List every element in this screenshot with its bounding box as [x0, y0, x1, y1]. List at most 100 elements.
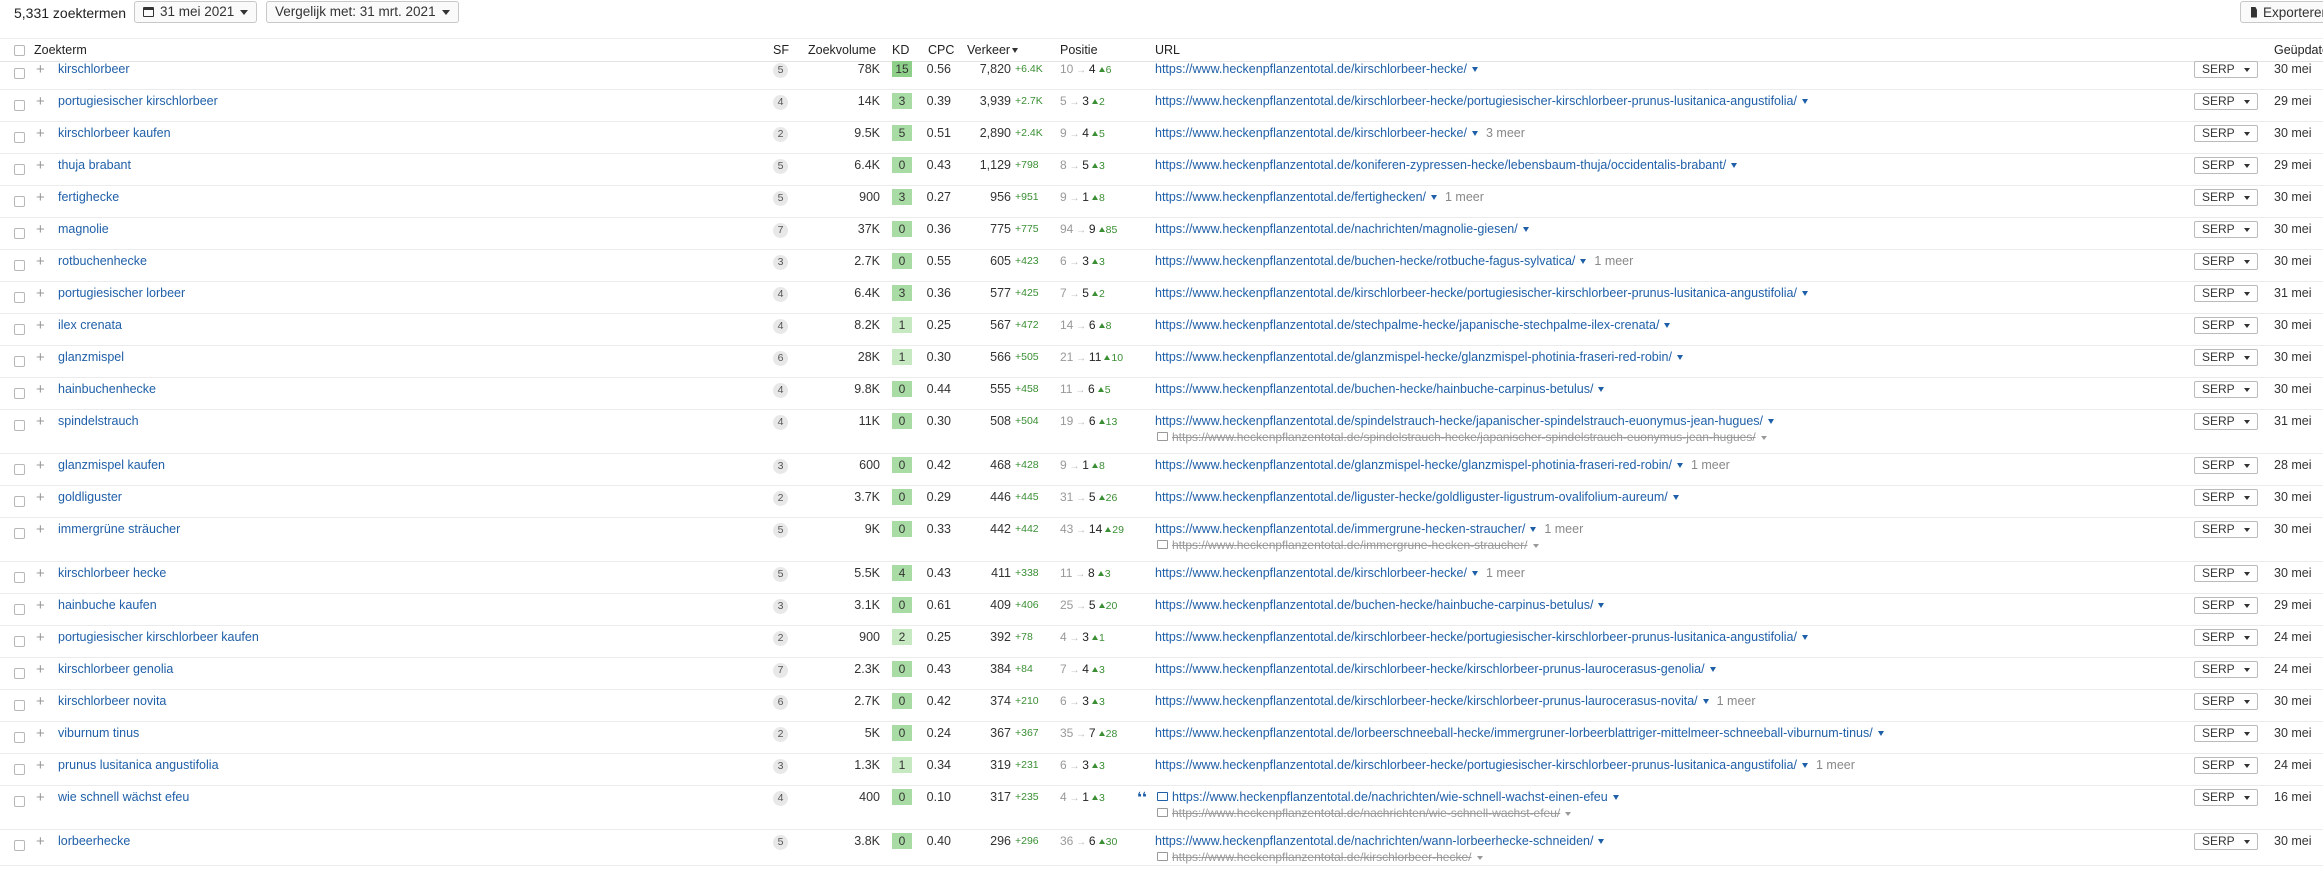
- ranking-url[interactable]: https://www.heckenpflanzentotal.de/konif…: [1155, 158, 1738, 172]
- chevron-down-icon[interactable]: [1471, 67, 1478, 73]
- chevron-down-icon[interactable]: [1530, 527, 1537, 533]
- previous-url[interactable]: https://www.heckenpflanzentotal.de/immer…: [1172, 538, 1539, 552]
- keyword-link[interactable]: glanzmispel: [58, 350, 124, 364]
- previous-url[interactable]: https://www.heckenpflanzentotal.de/spind…: [1172, 430, 1767, 444]
- keyword-link[interactable]: portugiesischer kirschlorbeer kaufen: [58, 630, 259, 644]
- serp-features-count[interactable]: 5: [773, 63, 788, 78]
- chevron-down-icon[interactable]: [1801, 763, 1808, 769]
- add-to-list-icon[interactable]: +: [36, 158, 45, 173]
- serp-button[interactable]: SERP: [2194, 757, 2258, 774]
- serp-features-count[interactable]: 6: [773, 695, 788, 710]
- export-button[interactable]: Exporteren: [2240, 1, 2323, 23]
- serp-button[interactable]: SERP: [2194, 597, 2258, 614]
- chevron-down-icon[interactable]: [1801, 99, 1808, 105]
- add-to-list-icon[interactable]: +: [36, 350, 45, 365]
- previous-url[interactable]: https://www.heckenpflanzentotal.de/kirsc…: [1172, 850, 1483, 864]
- row-checkbox[interactable]: [14, 356, 25, 367]
- serp-button[interactable]: SERP: [2194, 457, 2258, 474]
- add-to-list-icon[interactable]: +: [36, 94, 45, 109]
- serp-button[interactable]: SERP: [2194, 725, 2258, 742]
- serp-button[interactable]: SERP: [2194, 317, 2258, 334]
- keyword-link[interactable]: kirschlorbeer novita: [58, 694, 166, 708]
- chevron-down-icon[interactable]: [1522, 227, 1529, 233]
- add-to-list-icon[interactable]: +: [36, 630, 45, 645]
- serp-features-count[interactable]: 2: [773, 127, 788, 142]
- ranking-url[interactable]: https://www.heckenpflanzentotal.de/glanz…: [1155, 458, 1730, 472]
- keyword-link[interactable]: portugiesischer lorbeer: [58, 286, 185, 300]
- add-to-list-icon[interactable]: +: [36, 726, 45, 741]
- serp-features-count[interactable]: 7: [773, 223, 788, 238]
- serp-button[interactable]: SERP: [2194, 157, 2258, 174]
- add-to-list-icon[interactable]: +: [36, 382, 45, 397]
- col-volume[interactable]: Zoekvolume: [808, 43, 876, 57]
- row-checkbox[interactable]: [14, 840, 25, 851]
- keyword-link[interactable]: kirschlorbeer: [58, 62, 130, 76]
- ranking-url[interactable]: https://www.heckenpflanzentotal.de/buche…: [1155, 254, 1633, 268]
- chevron-down-icon[interactable]: [1598, 603, 1605, 609]
- add-to-list-icon[interactable]: +: [36, 758, 45, 773]
- add-to-list-icon[interactable]: +: [36, 286, 45, 301]
- serp-button[interactable]: SERP: [2194, 661, 2258, 678]
- col-url[interactable]: URL: [1155, 43, 1180, 57]
- row-checkbox[interactable]: [14, 764, 25, 775]
- date-picker-button[interactable]: 31 mei 2021: [134, 1, 258, 23]
- row-checkbox[interactable]: [14, 164, 25, 175]
- serp-features-count[interactable]: 3: [773, 459, 788, 474]
- row-checkbox[interactable]: [14, 496, 25, 507]
- serp-button[interactable]: SERP: [2194, 349, 2258, 366]
- serp-features-count[interactable]: 4: [773, 95, 788, 110]
- serp-features-count[interactable]: 2: [773, 491, 788, 506]
- row-checkbox[interactable]: [14, 132, 25, 143]
- serp-features-count[interactable]: 4: [773, 319, 788, 334]
- serp-features-count[interactable]: 5: [773, 159, 788, 174]
- serp-features-count[interactable]: 7: [773, 663, 788, 678]
- keyword-link[interactable]: thuja brabant: [58, 158, 131, 172]
- chevron-down-icon[interactable]: [1471, 131, 1478, 137]
- serp-button[interactable]: SERP: [2194, 789, 2258, 806]
- serp-button[interactable]: SERP: [2194, 629, 2258, 646]
- ranking-url[interactable]: https://www.heckenpflanzentotal.de/kirsc…: [1155, 286, 1808, 300]
- add-to-list-icon[interactable]: +: [36, 662, 45, 677]
- ranking-url[interactable]: https://www.heckenpflanzentotal.de/spind…: [1155, 414, 1774, 428]
- row-checkbox[interactable]: [14, 528, 25, 539]
- ranking-url[interactable]: https://www.heckenpflanzentotal.de/kirsc…: [1155, 694, 1756, 708]
- more-urls-link[interactable]: 1 meer: [1544, 522, 1583, 536]
- keyword-link[interactable]: rotbuchenhecke: [58, 254, 147, 268]
- ranking-url[interactable]: https://www.heckenpflanzentotal.de/buche…: [1155, 598, 1605, 612]
- row-checkbox[interactable]: [14, 388, 25, 399]
- chevron-down-icon[interactable]: [1565, 811, 1572, 816]
- add-to-list-icon[interactable]: +: [36, 414, 45, 429]
- ranking-url[interactable]: https://www.heckenpflanzentotal.de/buche…: [1155, 382, 1605, 396]
- serp-features-count[interactable]: 3: [773, 759, 788, 774]
- serp-features-count[interactable]: 4: [773, 287, 788, 302]
- serp-button[interactable]: SERP: [2194, 413, 2258, 430]
- serp-button[interactable]: SERP: [2194, 489, 2258, 506]
- ranking-url[interactable]: https://www.heckenpflanzentotal.de/stech…: [1155, 318, 1671, 332]
- serp-button[interactable]: SERP: [2194, 253, 2258, 270]
- row-checkbox[interactable]: [14, 260, 25, 271]
- row-checkbox[interactable]: [14, 324, 25, 335]
- add-to-list-icon[interactable]: +: [36, 62, 45, 77]
- keyword-link[interactable]: viburnum tinus: [58, 726, 139, 740]
- chevron-down-icon[interactable]: [1664, 323, 1671, 329]
- row-checkbox[interactable]: [14, 604, 25, 615]
- add-to-list-icon[interactable]: +: [36, 790, 45, 805]
- ranking-url[interactable]: https://www.heckenpflanzentotal.de/nachr…: [1155, 834, 1605, 848]
- row-checkbox[interactable]: [14, 700, 25, 711]
- serp-features-count[interactable]: 6: [773, 351, 788, 366]
- serp-button[interactable]: SERP: [2194, 61, 2258, 78]
- chevron-down-icon[interactable]: [1612, 795, 1619, 801]
- col-cpc[interactable]: CPC: [928, 43, 954, 57]
- chevron-down-icon[interactable]: [1676, 355, 1683, 361]
- col-sf[interactable]: SF: [773, 43, 789, 57]
- chevron-down-icon[interactable]: [1672, 495, 1679, 501]
- keyword-link[interactable]: lorbeerhecke: [58, 834, 130, 848]
- more-urls-link[interactable]: 1 meer: [1594, 254, 1633, 268]
- row-checkbox[interactable]: [14, 196, 25, 207]
- row-checkbox[interactable]: [14, 796, 25, 807]
- serp-button[interactable]: SERP: [2194, 565, 2258, 582]
- keyword-link[interactable]: kirschlorbeer kaufen: [58, 126, 171, 140]
- add-to-list-icon[interactable]: +: [36, 490, 45, 505]
- ranking-url[interactable]: https://www.heckenpflanzentotal.de/ferti…: [1155, 190, 1484, 204]
- chevron-down-icon[interactable]: [1471, 571, 1478, 577]
